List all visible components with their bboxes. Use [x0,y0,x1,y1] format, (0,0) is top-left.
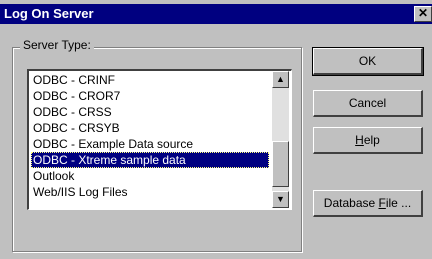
server-type-list: ODBC - CRINF ODBC - CROR7 ODBC - CRSS OD… [31,72,269,200]
database-file-accelerator: F [378,196,386,210]
dialog-title: Log On Server [4,6,94,21]
database-file-button[interactable]: Database File ... [313,190,423,217]
cancel-button-label: Cancel [348,96,387,110]
scroll-up-button[interactable]: ▲ [272,71,289,88]
list-item-odbc-cror7[interactable]: ODBC - CROR7 [31,88,269,104]
database-file-label-post: ile ... [385,196,412,210]
help-accelerator: H [355,133,364,147]
list-item-odbc-example-data-source[interactable]: ODBC - Example Data source [31,136,269,152]
close-button[interactable]: ✕ [414,6,432,22]
arrow-down-icon: ▼ [276,194,285,204]
arrow-up-icon: ▲ [276,74,285,84]
server-type-listbox[interactable]: ODBC - CRINF ODBC - CROR7 ODBC - CRSS OD… [27,69,292,210]
log-on-server-dialog: Log On Server ✕ Server Type: ODBC - CRIN… [0,0,432,259]
server-type-label: Server Type: [20,38,94,52]
ok-button[interactable]: OK [312,47,424,76]
list-scrollbar[interactable]: ▲ ▼ [272,71,289,208]
title-bar[interactable]: Log On Server ✕ [0,4,432,24]
ok-button-label: OK [358,54,377,68]
close-icon: ✕ [417,6,429,20]
cancel-button[interactable]: Cancel [313,90,423,117]
list-item-odbc-xtreme-sample-data[interactable]: ODBC - Xtreme sample data [31,152,269,168]
help-button-label: elp [363,133,380,147]
database-file-label-pre: Database [323,196,379,210]
list-item-odbc-crinf[interactable]: ODBC - CRINF [31,72,269,88]
list-item-outlook[interactable]: Outlook [31,168,269,184]
list-item-odbc-crsyb[interactable]: ODBC - CRSYB [31,120,269,136]
scroll-thumb[interactable] [272,141,289,187]
list-item-web-iis-log-files[interactable]: Web/IIS Log Files [31,184,269,200]
help-button[interactable]: Help [313,127,423,154]
scroll-down-button[interactable]: ▼ [272,191,289,208]
list-item-odbc-crss[interactable]: ODBC - CRSS [31,104,269,120]
